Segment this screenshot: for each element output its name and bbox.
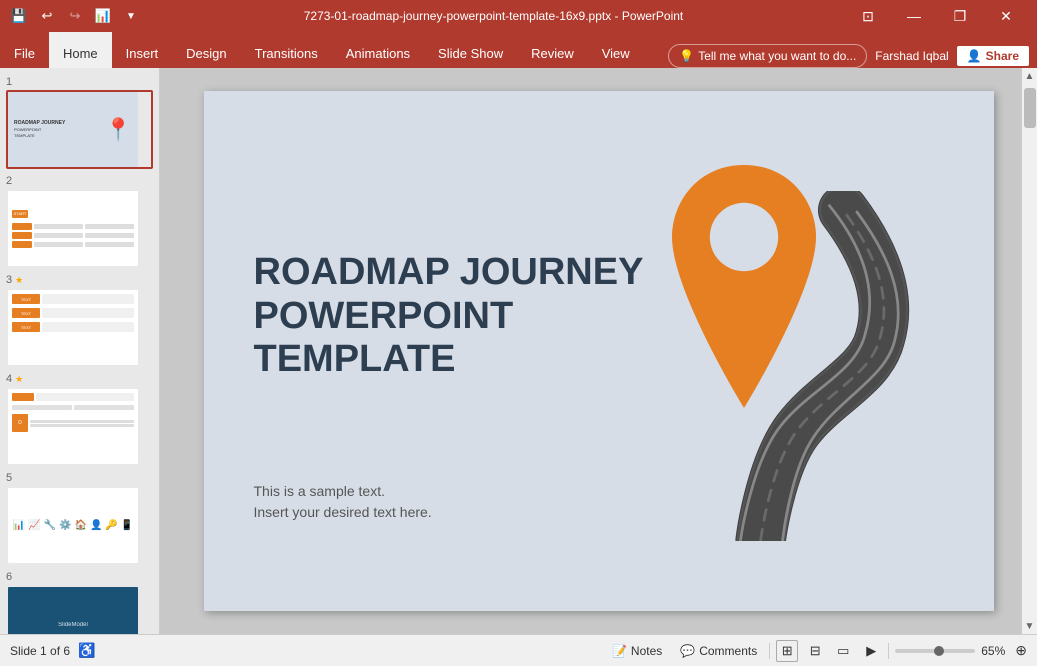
- comments-button[interactable]: 💬 Comments: [674, 642, 763, 660]
- slide-num-3: 3 ★: [6, 274, 153, 286]
- slide-info: Slide 1 of 6: [10, 644, 70, 658]
- slide-thumb-3[interactable]: 3 ★ TEXT TEXT TEXT: [6, 274, 153, 367]
- body-line-2: Insert your desired text here.: [254, 502, 432, 523]
- redo-icon[interactable]: ↪: [64, 5, 86, 27]
- slide-6-preview: SlideModel: [8, 587, 138, 634]
- slide-num-1: 1: [6, 76, 153, 88]
- slide-thumbnail-5[interactable]: 📊 📈 🔧 ⚙️ 🏠 👤 🔑 📱: [6, 486, 153, 565]
- present-icon[interactable]: 📊: [92, 5, 114, 27]
- slide-thumbnail-2[interactable]: START: [6, 189, 153, 268]
- tab-slideshow[interactable]: Slide Show: [424, 32, 517, 68]
- zoom-slider[interactable]: [895, 649, 975, 653]
- notes-button[interactable]: 📝 Notes: [606, 642, 668, 660]
- normal-view-button[interactable]: ⊞: [776, 640, 798, 662]
- tab-view[interactable]: View: [588, 32, 644, 68]
- person-icon: 👤: [967, 49, 982, 63]
- slide-thumbnail-1[interactable]: ROADMAP JOURNEY POWERPOINT TEMPLATE 📍: [6, 90, 153, 169]
- titlebar-left: 💾 ↩ ↪ 📊 ▼: [8, 5, 142, 27]
- scroll-up-button[interactable]: ▲: [1022, 68, 1037, 84]
- star-icon-3: ★: [15, 275, 23, 286]
- undo-icon[interactable]: ↩: [36, 5, 58, 27]
- tab-insert[interactable]: Insert: [112, 32, 173, 68]
- close-button[interactable]: ✕: [983, 0, 1029, 32]
- notes-label: Notes: [631, 644, 662, 658]
- ribbon-tabs: File Home Insert Design Transitions Anim…: [0, 32, 1037, 68]
- share-button[interactable]: 👤 Share: [957, 46, 1029, 66]
- user-name: Farshad Iqbal: [875, 49, 948, 63]
- outline-view-button[interactable]: ⊟: [804, 640, 826, 662]
- tab-transitions[interactable]: Transitions: [241, 32, 332, 68]
- tab-file[interactable]: File: [0, 32, 49, 68]
- slide-thumb-6[interactable]: 6 SlideModel: [6, 571, 153, 634]
- road-svg: [724, 191, 944, 541]
- divider-2: [888, 643, 889, 659]
- slide-num-6: 6: [6, 571, 153, 583]
- save-icon[interactable]: 💾: [8, 5, 30, 27]
- reading-view-button[interactable]: ▭: [832, 640, 854, 662]
- slide-canvas-area: ▲ ▼ ROADMAP JOURNEY POWERPOINT TEMPLATE …: [160, 68, 1037, 634]
- star-icon-4: ★: [15, 374, 23, 385]
- title-line-2: POWERPOINT: [254, 295, 644, 339]
- statusbar-left: Slide 1 of 6 ♿: [10, 642, 598, 659]
- statusbar-right: 📝 Notes 💬 Comments ⊞ ⊟ ▭ ▶ 65% ⊕: [606, 640, 1027, 662]
- vertical-scrollbar[interactable]: ▲ ▼: [1021, 68, 1037, 634]
- slide-body-text: This is a sample text. Insert your desir…: [254, 481, 432, 523]
- title-line-1: ROADMAP JOURNEY: [254, 251, 644, 295]
- tell-me-input[interactable]: 💡 Tell me what you want to do...: [668, 44, 867, 68]
- slide-canvas: ROADMAP JOURNEY POWERPOINT TEMPLATE This…: [204, 91, 994, 611]
- main-area: 1 ROADMAP JOURNEY POWERPOINT TEMPLATE 📍 …: [0, 68, 1037, 634]
- tab-review[interactable]: Review: [517, 32, 588, 68]
- ribbon-right: 💡 Tell me what you want to do... Farshad…: [668, 44, 1037, 68]
- tab-home[interactable]: Home: [49, 32, 112, 68]
- slide-thumbnail-3[interactable]: TEXT TEXT TEXT: [6, 288, 153, 367]
- scroll-down-button[interactable]: ▼: [1022, 618, 1037, 634]
- minimize-button[interactable]: —: [891, 0, 937, 32]
- tab-design[interactable]: Design: [172, 32, 240, 68]
- slide-title: ROADMAP JOURNEY POWERPOINT TEMPLATE: [254, 251, 644, 382]
- dropdown-icon[interactable]: ▼: [120, 5, 142, 27]
- slide-5-preview: 📊 📈 🔧 ⚙️ 🏠 👤 🔑 📱: [8, 488, 138, 563]
- accessibility-icon[interactable]: ♿: [78, 642, 95, 659]
- slide-thumbnail-6[interactable]: SlideModel: [6, 585, 153, 634]
- scroll-track[interactable]: [1022, 84, 1037, 618]
- title-bar: 💾 ↩ ↪ 📊 ▼ 7273-01-roadmap-journey-powerp…: [0, 0, 1037, 32]
- slide-thumb-2[interactable]: 2 START: [6, 175, 153, 268]
- share-label: Share: [986, 49, 1019, 63]
- slide-4-preview: D: [8, 389, 138, 464]
- notes-icon: 📝: [612, 644, 627, 658]
- tell-me-placeholder: Tell me what you want to do...: [698, 49, 856, 63]
- slide-1-preview: ROADMAP JOURNEY POWERPOINT TEMPLATE 📍: [8, 92, 138, 167]
- maximize-button[interactable]: ❐: [937, 0, 983, 32]
- divider-1: [769, 643, 770, 659]
- restore-window-button[interactable]: ⊡: [845, 0, 891, 32]
- slide-thumb-1[interactable]: 1 ROADMAP JOURNEY POWERPOINT TEMPLATE 📍: [6, 76, 153, 169]
- lightbulb-icon: 💡: [679, 49, 694, 63]
- fit-slide-icon[interactable]: ⊕: [1015, 642, 1027, 659]
- slide-3-preview: TEXT TEXT TEXT: [8, 290, 138, 365]
- slideshow-view-button[interactable]: ▶: [860, 640, 882, 662]
- tab-animations[interactable]: Animations: [332, 32, 424, 68]
- slide-num-4: 4 ★: [6, 373, 153, 385]
- body-line-1: This is a sample text.: [254, 481, 432, 502]
- slide-num-5: 5: [6, 472, 153, 484]
- comments-icon: 💬: [680, 644, 695, 658]
- zoom-thumb[interactable]: [934, 646, 944, 656]
- slide-panel: 1 ROADMAP JOURNEY POWERPOINT TEMPLATE 📍 …: [0, 68, 160, 634]
- window-title: 7273-01-roadmap-journey-powerpoint-templ…: [142, 9, 845, 23]
- road-graphic: [724, 191, 944, 541]
- slide-2-preview: START: [8, 191, 138, 266]
- slide-thumb-5[interactable]: 5 📊 📈 🔧 ⚙️ 🏠 👤 🔑 📱: [6, 472, 153, 565]
- window-controls: ⊡ — ❐ ✕: [845, 0, 1029, 32]
- slide-thumbnail-4[interactable]: D: [6, 387, 153, 466]
- status-bar: Slide 1 of 6 ♿ 📝 Notes 💬 Comments ⊞ ⊟ ▭ …: [0, 634, 1037, 666]
- slide-num-2: 2: [6, 175, 153, 187]
- title-line-3: TEMPLATE: [254, 338, 644, 382]
- slide-thumb-4[interactable]: 4 ★ D: [6, 373, 153, 466]
- scroll-thumb[interactable]: [1024, 88, 1036, 128]
- comments-label: Comments: [699, 644, 757, 658]
- zoom-percent: 65%: [981, 644, 1005, 658]
